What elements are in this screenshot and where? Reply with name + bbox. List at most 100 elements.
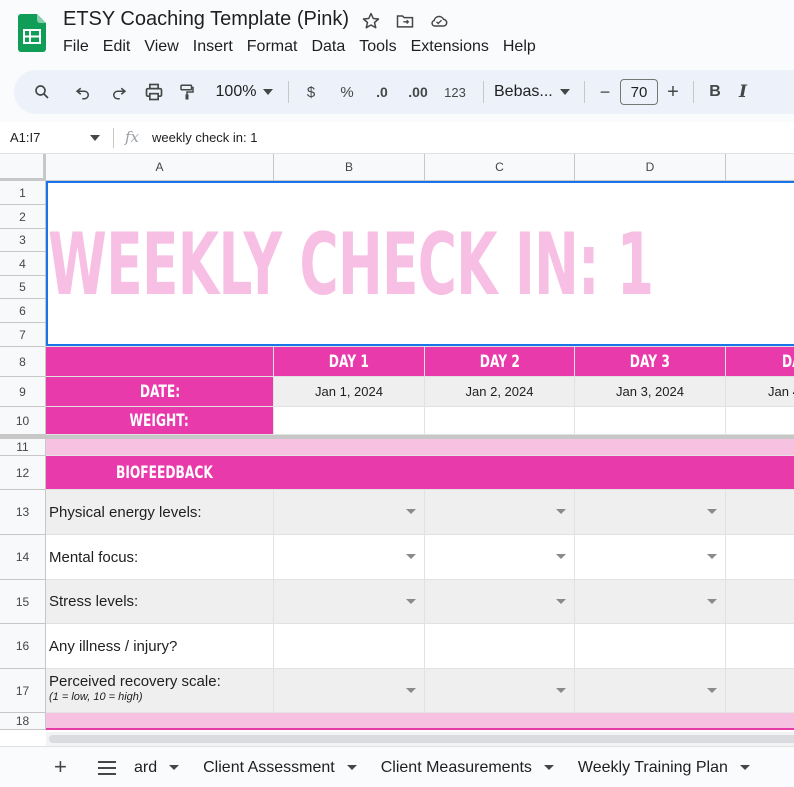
dropdown-arrow-icon[interactable] <box>556 598 566 604</box>
row-header[interactable]: 10 <box>0 407 46 435</box>
menu-format[interactable]: Format <box>247 38 306 56</box>
dropdown-cell[interactable] <box>274 535 425 580</box>
row-header[interactable]: 2 <box>0 205 46 229</box>
text-cell[interactable] <box>425 624 575 669</box>
increase-decimal-button[interactable]: .00 <box>399 76 437 108</box>
dropdown-arrow-icon[interactable] <box>406 509 416 514</box>
row-header[interactable]: 17 <box>0 669 46 713</box>
name-box[interactable]: A1:I7 <box>10 130 40 145</box>
column-header-a[interactable]: A <box>46 154 274 181</box>
dropdown-cell[interactable] <box>726 535 794 580</box>
date-cell-2[interactable]: Jan 2, 2024 <box>425 377 575 407</box>
row-header[interactable]: 5 <box>0 276 46 299</box>
dropdown-arrow-icon[interactable] <box>406 598 416 604</box>
item-label-recovery-scale[interactable]: Perceived recovery scale: (1 = low, 10 =… <box>46 669 274 713</box>
menu-edit[interactable]: Edit <box>103 38 139 56</box>
item-label-physical-energy[interactable]: Physical energy levels: <box>46 490 274 535</box>
weight-cell-1[interactable] <box>274 407 425 435</box>
spacer-row[interactable] <box>46 713 794 730</box>
item-label-mental-focus[interactable]: Mental focus: <box>46 535 274 580</box>
bold-button[interactable]: B <box>704 76 726 108</box>
formula-input[interactable]: weekly check in: 1 <box>152 130 258 145</box>
row-header[interactable]: 18 <box>0 713 46 730</box>
increase-font-size-button[interactable]: + <box>663 76 683 108</box>
number-format-button[interactable]: 123 <box>437 76 473 108</box>
menu-tools[interactable]: Tools <box>359 38 404 56</box>
weight-cell-3[interactable] <box>575 407 726 435</box>
row-header[interactable]: 11 <box>0 439 46 456</box>
dropdown-arrow-icon[interactable] <box>707 687 717 693</box>
document-title[interactable]: ETSY Coaching Template (Pink) <box>63 8 349 31</box>
chevron-down-icon[interactable] <box>90 135 100 141</box>
sheet-tab-client-assessment[interactable]: Client Assessment <box>203 759 357 777</box>
dropdown-arrow-icon[interactable] <box>406 554 416 559</box>
dropdown-cell[interactable] <box>575 490 726 535</box>
row-header[interactable]: 1 <box>0 181 46 205</box>
weight-cell-2[interactable] <box>425 407 575 435</box>
sheet-tab-client-measurements[interactable]: Client Measurements <box>381 759 554 777</box>
dropdown-arrow-icon[interactable] <box>707 554 717 559</box>
text-cell[interactable] <box>726 624 794 669</box>
all-sheets-menu-icon[interactable] <box>98 761 116 775</box>
italic-button[interactable]: I <box>726 76 760 108</box>
search-menus-icon[interactable] <box>28 76 56 108</box>
biofeedback-section-header[interactable]: BIOFEEDBACK <box>46 456 794 490</box>
date-cell-1[interactable]: Jan 1, 2024 <box>274 377 425 407</box>
chevron-down-icon[interactable] <box>739 765 750 770</box>
row-header[interactable]: 9 <box>0 377 46 407</box>
select-all-corner[interactable] <box>0 154 46 181</box>
redo-icon[interactable] <box>102 76 136 108</box>
column-header-d[interactable]: D <box>575 154 726 181</box>
move-folder-icon[interactable] <box>394 10 416 32</box>
row-header[interactable]: 15 <box>0 580 46 624</box>
dropdown-arrow-icon[interactable] <box>556 509 566 514</box>
menu-extensions[interactable]: Extensions <box>411 38 497 56</box>
row-header[interactable]: 7 <box>0 323 46 347</box>
row-header[interactable]: 4 <box>0 252 46 276</box>
menu-file[interactable]: File <box>63 38 97 56</box>
row-header[interactable]: 16 <box>0 624 46 669</box>
date-cell-3[interactable]: Jan 3, 2024 <box>575 377 726 407</box>
menu-insert[interactable]: Insert <box>193 38 241 56</box>
dropdown-cell[interactable] <box>274 669 425 713</box>
dropdown-cell[interactable] <box>575 669 726 713</box>
decrease-decimal-button[interactable]: .0 <box>365 76 399 108</box>
undo-icon[interactable] <box>64 76 102 108</box>
dropdown-cell[interactable] <box>726 669 794 713</box>
weight-cell-4[interactable] <box>726 407 794 435</box>
percent-format-button[interactable]: % <box>329 76 365 108</box>
day-header-3[interactable]: DAY 3 <box>575 347 726 377</box>
menu-view[interactable]: View <box>144 38 186 56</box>
dropdown-cell[interactable] <box>575 535 726 580</box>
date-label-cell[interactable]: DATE: <box>46 377 274 407</box>
dropdown-cell[interactable] <box>575 580 726 624</box>
currency-format-button[interactable]: $ <box>299 76 323 108</box>
column-header-c[interactable]: C <box>425 154 575 181</box>
dropdown-arrow-icon[interactable] <box>707 509 717 514</box>
row-header[interactable]: 8 <box>0 347 46 377</box>
dropdown-cell[interactable] <box>425 580 575 624</box>
chevron-down-icon[interactable] <box>169 765 180 770</box>
dropdown-cell[interactable] <box>425 535 575 580</box>
zoom-select[interactable]: 100% <box>214 76 258 108</box>
sheet-tab-weekly-training-plan[interactable]: Weekly Training Plan <box>578 759 750 777</box>
text-cell[interactable] <box>274 624 425 669</box>
spacer-row[interactable] <box>46 439 794 456</box>
text-cell[interactable] <box>575 624 726 669</box>
item-label-illness-injury[interactable]: Any illness / injury? <box>46 624 274 669</box>
item-label-stress-levels[interactable]: Stress levels: <box>46 580 274 624</box>
menu-help[interactable]: Help <box>503 38 544 56</box>
cloud-saved-icon[interactable] <box>428 10 450 32</box>
date-cell-4[interactable]: Jan 4 <box>726 377 794 407</box>
day-header-blank[interactable] <box>46 347 274 377</box>
font-family-select[interactable]: Bebas... <box>494 76 556 108</box>
row-header[interactable]: 14 <box>0 535 46 580</box>
column-header-b[interactable]: B <box>274 154 425 181</box>
row-header[interactable]: 6 <box>0 299 46 323</box>
chevron-down-icon[interactable] <box>543 765 554 770</box>
menu-data[interactable]: Data <box>311 38 353 56</box>
dropdown-arrow-icon[interactable] <box>556 687 566 693</box>
weight-label-cell[interactable]: WEIGHT: <box>46 407 274 435</box>
add-sheet-button[interactable]: + <box>54 756 67 778</box>
dropdown-cell[interactable] <box>274 490 425 535</box>
